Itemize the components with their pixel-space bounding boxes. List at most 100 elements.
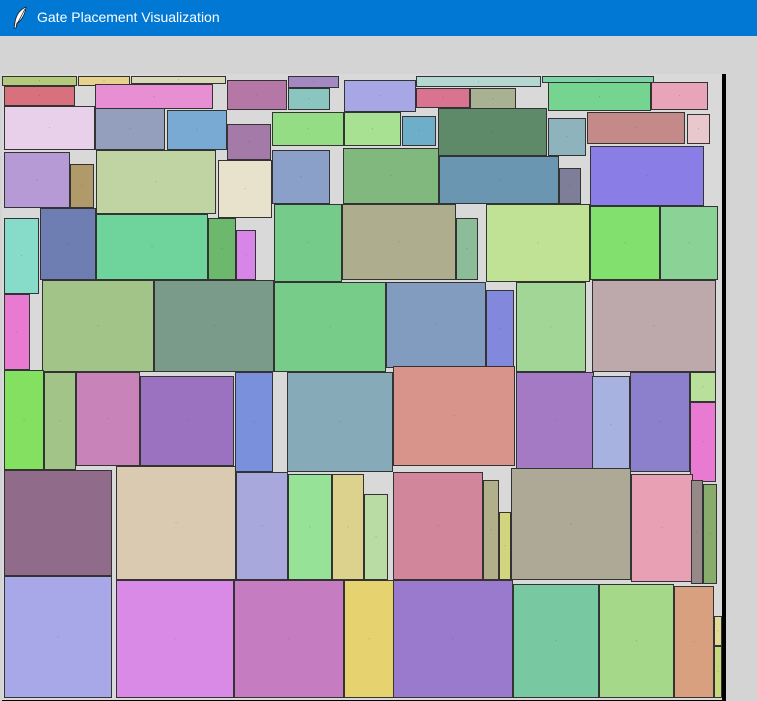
gate-block: · (235, 372, 273, 472)
gate-marker: · (635, 638, 638, 644)
gate-block: · (592, 376, 630, 474)
gate-block: · (590, 146, 704, 206)
gate-block: · (470, 88, 516, 110)
gate-marker: · (153, 94, 155, 99)
gate-block: · (499, 512, 511, 580)
gate-block: · (236, 472, 288, 580)
gate-block: · (592, 280, 716, 372)
gate-marker: · (248, 139, 250, 145)
gate-marker: · (453, 413, 455, 419)
gate-marker: · (57, 520, 59, 526)
gate-marker: · (442, 95, 444, 101)
title-bar: Gate Placement Visualization (0, 0, 757, 36)
gate-block: · (393, 472, 483, 580)
gate-block: · (511, 468, 631, 580)
gate-marker: · (696, 529, 698, 535)
gate-block: · (131, 76, 226, 84)
gate-block: · (714, 646, 722, 698)
gate-block: · (288, 474, 332, 580)
gate-marker: · (646, 173, 648, 179)
gate-marker: · (702, 439, 704, 445)
gate-block: · (687, 114, 710, 144)
gate-block: · (559, 168, 581, 204)
gate-block: · (274, 204, 342, 282)
gate-marker: · (554, 418, 556, 424)
gate-block: · (4, 86, 75, 106)
gate-block: · (344, 112, 401, 146)
gate-block: · (344, 580, 394, 698)
gate-marker: · (16, 329, 18, 335)
gate-block: · (140, 376, 234, 466)
feather-icon (13, 6, 27, 29)
gate-block: · (4, 294, 30, 370)
gate-block: · (513, 584, 599, 698)
gate-block: · (42, 280, 154, 372)
gate-block: · (208, 218, 236, 280)
gate-marker: · (566, 134, 568, 140)
gate-marker: · (550, 324, 552, 330)
gate-marker: · (175, 520, 177, 526)
gate-marker: · (418, 128, 420, 134)
gate-marker: · (688, 240, 690, 246)
gate-marker: · (81, 183, 83, 189)
gate-marker: · (196, 127, 198, 133)
gate-marker: · (659, 419, 661, 425)
gate-marker: · (186, 418, 188, 424)
gate-marker: · (288, 636, 290, 642)
gate-block: · (95, 108, 165, 150)
gate-marker: · (678, 93, 681, 99)
gate-marker: · (437, 523, 439, 529)
gate-marker: · (537, 240, 539, 246)
gate-block: · (439, 156, 559, 204)
gate-marker: · (129, 126, 131, 132)
gate-block: · (630, 372, 690, 472)
gate-block: · (4, 470, 112, 576)
gate-block: · (288, 76, 339, 88)
gate-marker: · (693, 639, 695, 645)
gate-marker: · (697, 126, 700, 132)
gate-marker: · (177, 77, 180, 83)
gate-marker: · (398, 239, 400, 245)
gate-marker: · (38, 78, 41, 84)
gate-marker: · (57, 634, 59, 640)
gate-block: · (690, 402, 716, 482)
gate-block: · (674, 586, 714, 698)
gate-marker: · (499, 326, 501, 332)
gate-marker: · (312, 79, 315, 85)
gate-marker: · (307, 240, 309, 246)
gate-block: · (44, 372, 76, 470)
gate-block: · (703, 484, 717, 584)
gate-marker: · (709, 531, 711, 537)
gate-marker: · (107, 416, 109, 422)
gate-marker: · (498, 177, 500, 183)
gate-marker: · (221, 246, 223, 252)
gate-marker: · (155, 179, 157, 185)
gate-block: · (116, 580, 234, 698)
gate-block: · (393, 366, 515, 466)
gate-marker: · (307, 126, 309, 132)
gate-block: · (651, 82, 708, 110)
gate-marker: · (555, 638, 557, 644)
gate-block: · (2, 76, 77, 86)
gate-marker: · (244, 186, 246, 192)
gate-block: · (116, 466, 236, 580)
gate-marker: · (309, 524, 311, 530)
gate-marker: · (151, 244, 153, 250)
gate-block: · (4, 152, 70, 208)
gate-marker: · (174, 636, 176, 642)
gate-marker: · (653, 323, 655, 329)
gate-marker: · (103, 78, 105, 84)
gate-marker: · (624, 240, 626, 246)
gate-marker: · (371, 126, 374, 132)
gate-block: · (456, 218, 478, 280)
gate-marker: · (491, 129, 494, 135)
gate-block: · (4, 106, 95, 150)
gate-block: · (548, 82, 651, 111)
gate-marker: · (347, 524, 349, 530)
gate-block: · (402, 116, 436, 146)
gate-block: · (691, 480, 703, 584)
gate-block: · (96, 214, 208, 280)
gate-marker: · (466, 246, 468, 252)
gate-block: · (516, 282, 586, 372)
gate-block: · (587, 112, 685, 144)
